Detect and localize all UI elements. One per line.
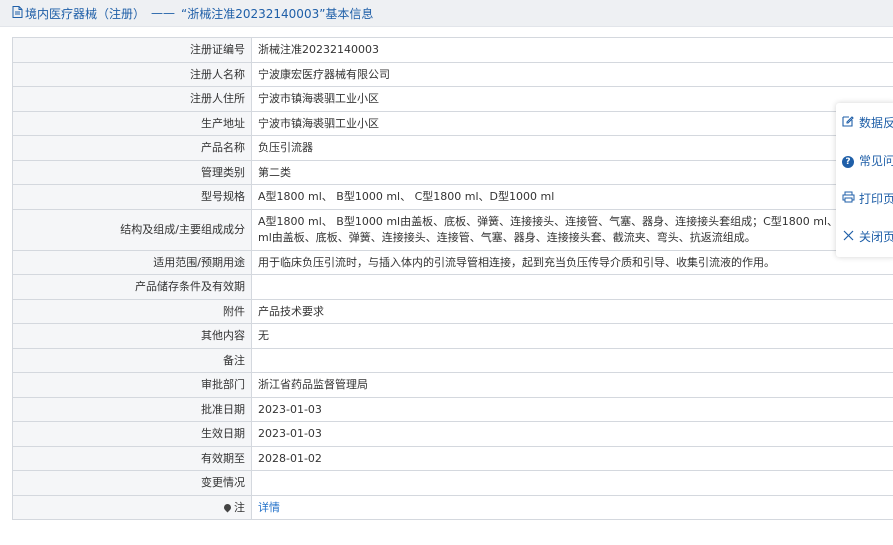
table-row: 注 详情: [12, 494, 893, 520]
table-row: 生效日期 2023-01-03: [12, 421, 893, 447]
location-pin-icon: [222, 502, 233, 513]
row-label: 产品名称: [12, 135, 252, 161]
table-row: 产品储存条件及有效期: [12, 274, 893, 300]
row-label: 产品储存条件及有效期: [12, 274, 252, 300]
feedback-button[interactable]: 数据反: [836, 104, 893, 141]
table-row: 备注: [12, 347, 893, 373]
close-icon: [841, 230, 855, 244]
printer-icon: [841, 191, 855, 206]
row-value: 2023-01-03: [251, 421, 893, 447]
row-value: 2028-01-02: [251, 445, 893, 471]
row-value: 用于临床负压引流时，与插入体内的引流导管相连接，起到充当负压传导介质和引导、收集…: [251, 249, 893, 275]
row-value: 浙械注准20232140003: [251, 37, 893, 63]
row-value: 第二类: [251, 159, 893, 185]
edit-icon: [841, 115, 855, 130]
row-label: 注: [234, 500, 245, 514]
table-row: 产品名称 负压引流器: [12, 135, 893, 161]
table-row: 批准日期 2023-01-03: [12, 396, 893, 422]
row-label: 型号规格: [12, 184, 252, 210]
row-label: 生产地址: [12, 110, 252, 136]
row-value: 无: [251, 323, 893, 349]
table-row: 审批部门 浙江省药品监督管理局: [12, 372, 893, 398]
info-table: 注册证编号 浙械注准20232140003 注册人名称 宁波康宏医疗器械有限公司 注…: [12, 37, 893, 520]
row-value: 浙江省药品监督管理局: [251, 372, 893, 398]
row-value: 2023-01-03: [251, 396, 893, 422]
table-row: 适用范围/预期用途 用于临床负压引流时，与插入体内的引流导管相连接，起到充当负压传…: [12, 249, 893, 275]
print-label: 打印页: [859, 192, 893, 206]
row-value: 负压引流器: [251, 135, 893, 161]
details-link[interactable]: 详情: [258, 501, 280, 514]
table-row: 生产地址 宁波市镇海裘驷工业小区: [12, 110, 893, 136]
table-row: 注册人住所 宁波市镇海裘驷工业小区: [12, 86, 893, 112]
table-row: 其他内容无: [12, 323, 893, 349]
row-value: A型1800 ml、 B型1000 ml由盖板、底板、弹簧、连接接头、连接管、气…: [251, 208, 893, 251]
row-value: 宁波市镇海裘驷工业小区: [251, 86, 893, 112]
row-label: 批准日期: [12, 396, 252, 422]
table-row: 结构及组成/主要组成成分 A型1800 ml、 B型1000 ml由盖板、底板、弹…: [12, 208, 893, 251]
document-icon: [12, 5, 23, 21]
faq-button[interactable]: ? 常见问: [836, 142, 893, 179]
note-label-cell: 注: [12, 494, 252, 520]
row-label: 结构及组成/主要组成成分: [12, 208, 252, 251]
table-row: 注册证编号 浙械注准20232140003: [12, 37, 893, 63]
feedback-label: 数据反: [859, 116, 893, 130]
table-row: 变更情况: [12, 470, 893, 496]
row-label: 管理类别: [12, 159, 252, 185]
row-label: 适用范围/预期用途: [12, 249, 252, 275]
row-label: 变更情况: [12, 470, 252, 496]
row-value: [251, 470, 893, 496]
page-header: 境内医疗器械（注册） —— “浙械注准20232140003”基本信息: [0, 0, 893, 27]
table-row: 型号规格 A型1800 ml、 B型1000 ml、 C型1800 ml、D型10…: [12, 184, 893, 210]
table-row: 有效期至 2028-01-02: [12, 445, 893, 471]
row-label: 其他内容: [12, 323, 252, 349]
faq-label: 常见问: [859, 154, 893, 168]
page-title: “浙械注准20232140003”基本信息: [181, 6, 374, 21]
table-row: 注册人名称 宁波康宏医疗器械有限公司: [12, 61, 893, 87]
row-label: 注册人名称: [12, 61, 252, 87]
close-page-button[interactable]: 关闭页: [836, 218, 893, 255]
side-toolbar: 数据反 ? 常见问 打印页 关闭页: [836, 103, 893, 257]
row-label: 有效期至: [12, 445, 252, 471]
table-row: 附件 产品技术要求: [12, 298, 893, 324]
help-icon: ?: [841, 153, 855, 168]
table-row: 管理类别 第二类: [12, 159, 893, 185]
print-button[interactable]: 打印页: [836, 180, 893, 217]
row-value: 产品技术要求: [251, 298, 893, 324]
row-label: 附件: [12, 298, 252, 324]
row-label: 注册证编号: [12, 37, 252, 63]
row-value: [251, 274, 893, 300]
row-value: 宁波市镇海裘驷工业小区: [251, 110, 893, 136]
row-value: 宁波康宏医疗器械有限公司: [251, 61, 893, 87]
breadcrumb-link[interactable]: 境内医疗器械（注册）: [25, 5, 145, 22]
close-page-label: 关闭页: [859, 230, 893, 244]
row-label: 审批部门: [12, 372, 252, 398]
row-value: A型1800 ml、 B型1000 ml、 C型1800 ml、D型1000 m…: [251, 184, 893, 210]
row-label: 备注: [12, 347, 252, 373]
row-label: 注册人住所: [12, 86, 252, 112]
breadcrumb-separator: ——: [151, 6, 176, 20]
note-value-cell: 详情: [251, 494, 893, 520]
row-value: [251, 347, 893, 373]
row-label: 生效日期: [12, 421, 252, 447]
